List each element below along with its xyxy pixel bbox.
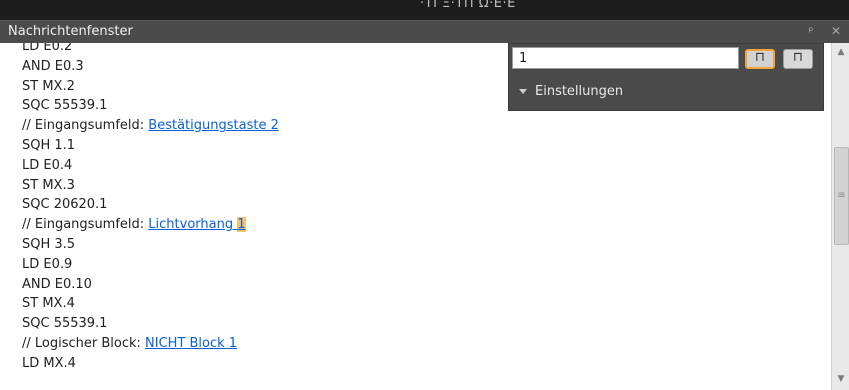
message-text: SQC 55539.1 (22, 316, 108, 332)
message-text: AND E0.3 (22, 58, 84, 74)
grip-icon: ≡ (837, 190, 846, 201)
message-line: // Logischer Block: NICHT Block 1 (22, 334, 279, 354)
message-text: SQC 55539.1 (22, 98, 108, 114)
find-panel: ⊓ ⊓ Einstellungen (508, 43, 824, 111)
message-line: ST MX.4 (22, 294, 279, 314)
message-line: LD E0.4 (22, 156, 279, 176)
pin-icon[interactable]: ᵖ (803, 23, 819, 40)
message-line: ST MX.3 (22, 176, 279, 196)
search-match-highlight[interactable]: 1 (237, 217, 246, 233)
settings-expander[interactable]: Einstellungen (519, 84, 623, 99)
top-strip-partial-text: ·ΤΙ Ξ·ΤΠ Ω·Ε·Ε (420, 0, 516, 11)
message-line: // Eingangsumfeld: Lichtvorhang 1 (22, 215, 279, 235)
message-text: ST MX.3 (22, 177, 75, 193)
window-titlebar: Nachrichtenfenster ᵖ ✕ (0, 20, 849, 43)
close-icon[interactable]: ✕ (828, 23, 844, 40)
message-text: LD E0.4 (22, 157, 73, 173)
scrollbar-thumb[interactable]: ≡ (834, 147, 849, 245)
window-title: Nachrichtenfenster (8, 24, 133, 39)
message-text: // Eingangsumfeld: (22, 217, 149, 233)
settings-label: Einstellungen (535, 84, 624, 99)
message-text: // Eingangsumfeld: (22, 118, 149, 134)
message-text: ST MX.4 (22, 296, 75, 312)
message-line: LD E0.2 (22, 43, 279, 57)
message-text: SQH 1.1 (22, 137, 76, 153)
match-option-1-button[interactable]: ⊓ (745, 49, 775, 69)
message-text: SQH 3.5 (22, 236, 76, 252)
message-line: LD E0.9 (22, 255, 279, 275)
message-text: SQC 20620.1 (22, 197, 108, 213)
message-text: LD E0.9 (22, 256, 73, 272)
message-line: SQH 3.5 (22, 235, 279, 255)
message-line: // Eingangsumfeld: Bestätigungstaste 2 (22, 116, 279, 136)
message-line: SQC 55539.1 (22, 314, 279, 334)
message-text: LD E0.2 (22, 43, 73, 54)
chevron-down-icon (519, 89, 527, 94)
element-link[interactable]: Lichtvorhang (148, 217, 237, 232)
message-line: AND E0.10 (22, 275, 279, 295)
element-link[interactable]: NICHT Block 1 (145, 336, 237, 351)
message-line: SQH 1.1 (22, 136, 279, 156)
message-line: SQC 20620.1 (22, 195, 279, 215)
message-line: AND E0.3 (22, 57, 279, 77)
scroll-up-icon[interactable]: ▲ (832, 47, 849, 57)
message-line: LD MX.4 (22, 354, 279, 374)
match-option-2-button[interactable]: ⊓ (783, 49, 813, 69)
message-line: ST MX.2 (22, 77, 279, 97)
message-text: AND E0.10 (22, 276, 92, 292)
message-text: LD MX.4 (22, 355, 76, 371)
message-text: ST MX.2 (22, 78, 75, 94)
message-line: SQC 55539.1 (22, 96, 279, 116)
scroll-down-icon[interactable]: ▼ (832, 374, 849, 384)
vertical-scrollbar[interactable]: ▲ ≡ ▼ (831, 43, 849, 390)
element-link[interactable]: Bestätigungstaste 2 (148, 118, 279, 133)
top-strip: ·ΤΙ Ξ·ΤΠ Ω·Ε·Ε (0, 0, 849, 20)
message-lines: LD E0.2 AND E0.3 ST MX.2 SQC 55539.1 // Eing… (22, 43, 279, 374)
search-input[interactable] (512, 47, 739, 69)
message-text: // Logischer Block: (22, 335, 146, 351)
